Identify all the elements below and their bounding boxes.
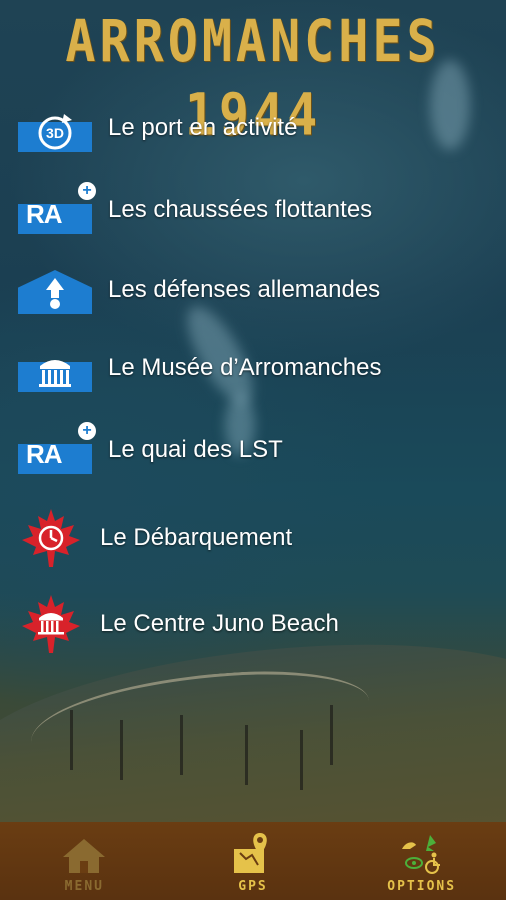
menu-item-label: Le quai des LST (108, 436, 283, 463)
3d-badge-text: 3D (46, 125, 64, 141)
menu-item-label: Les défenses allemandes (108, 276, 381, 303)
menu-item-label: Le Centre Juno Beach (100, 610, 339, 637)
tab-label: OPTIONS (387, 879, 457, 894)
menu-item-label: Les chaussées flottantes (108, 196, 373, 223)
menu-item-lst-quay[interactable]: RA + Le quai des LST (0, 418, 506, 482)
maple-leaf-clock-icon (20, 507, 82, 569)
ra-plus-icon: RA + (18, 422, 96, 474)
home-icon (63, 839, 106, 873)
gps-map-icon (234, 833, 267, 873)
menu-item-german-defenses[interactable]: Les défenses allemandes (0, 258, 506, 322)
tab-label: GPS (238, 879, 268, 894)
museum-icon (18, 344, 92, 392)
menu-item-label: Le Débarquement (100, 524, 293, 551)
tab-gps[interactable]: GPS (169, 822, 338, 900)
ra-plus-icon: RA + (18, 182, 96, 234)
bottom-tab-bar: MENU GPS OPTIONS (0, 822, 506, 900)
ra-badge-text: RA (26, 439, 63, 469)
ra-badge-text: RA (26, 199, 63, 229)
3d-rotate-icon: 3D (18, 104, 92, 152)
tab-options[interactable]: OPTIONS (337, 822, 506, 900)
tab-menu[interactable]: MENU (0, 822, 169, 900)
menu-item-label: Le Musée d’Arromanches (108, 354, 382, 381)
menu-item-arromanches-museum[interactable]: Le Musée d’Arromanches (0, 336, 506, 400)
menu-item-floating-roads[interactable]: RA + Les chaussées flottantes (0, 178, 506, 242)
menu-item-label: Le port en activité (108, 114, 298, 141)
menu-item-landing[interactable]: Le Débarquement (0, 506, 506, 570)
maple-leaf-museum-icon (20, 593, 82, 655)
menu-item-juno-beach[interactable]: Le Centre Juno Beach (0, 592, 506, 656)
options-icon (401, 835, 440, 874)
menu-item-port[interactable]: 3D Le port en activité (0, 96, 506, 160)
bunker-icon (18, 266, 92, 314)
tab-label: MENU (64, 879, 104, 894)
